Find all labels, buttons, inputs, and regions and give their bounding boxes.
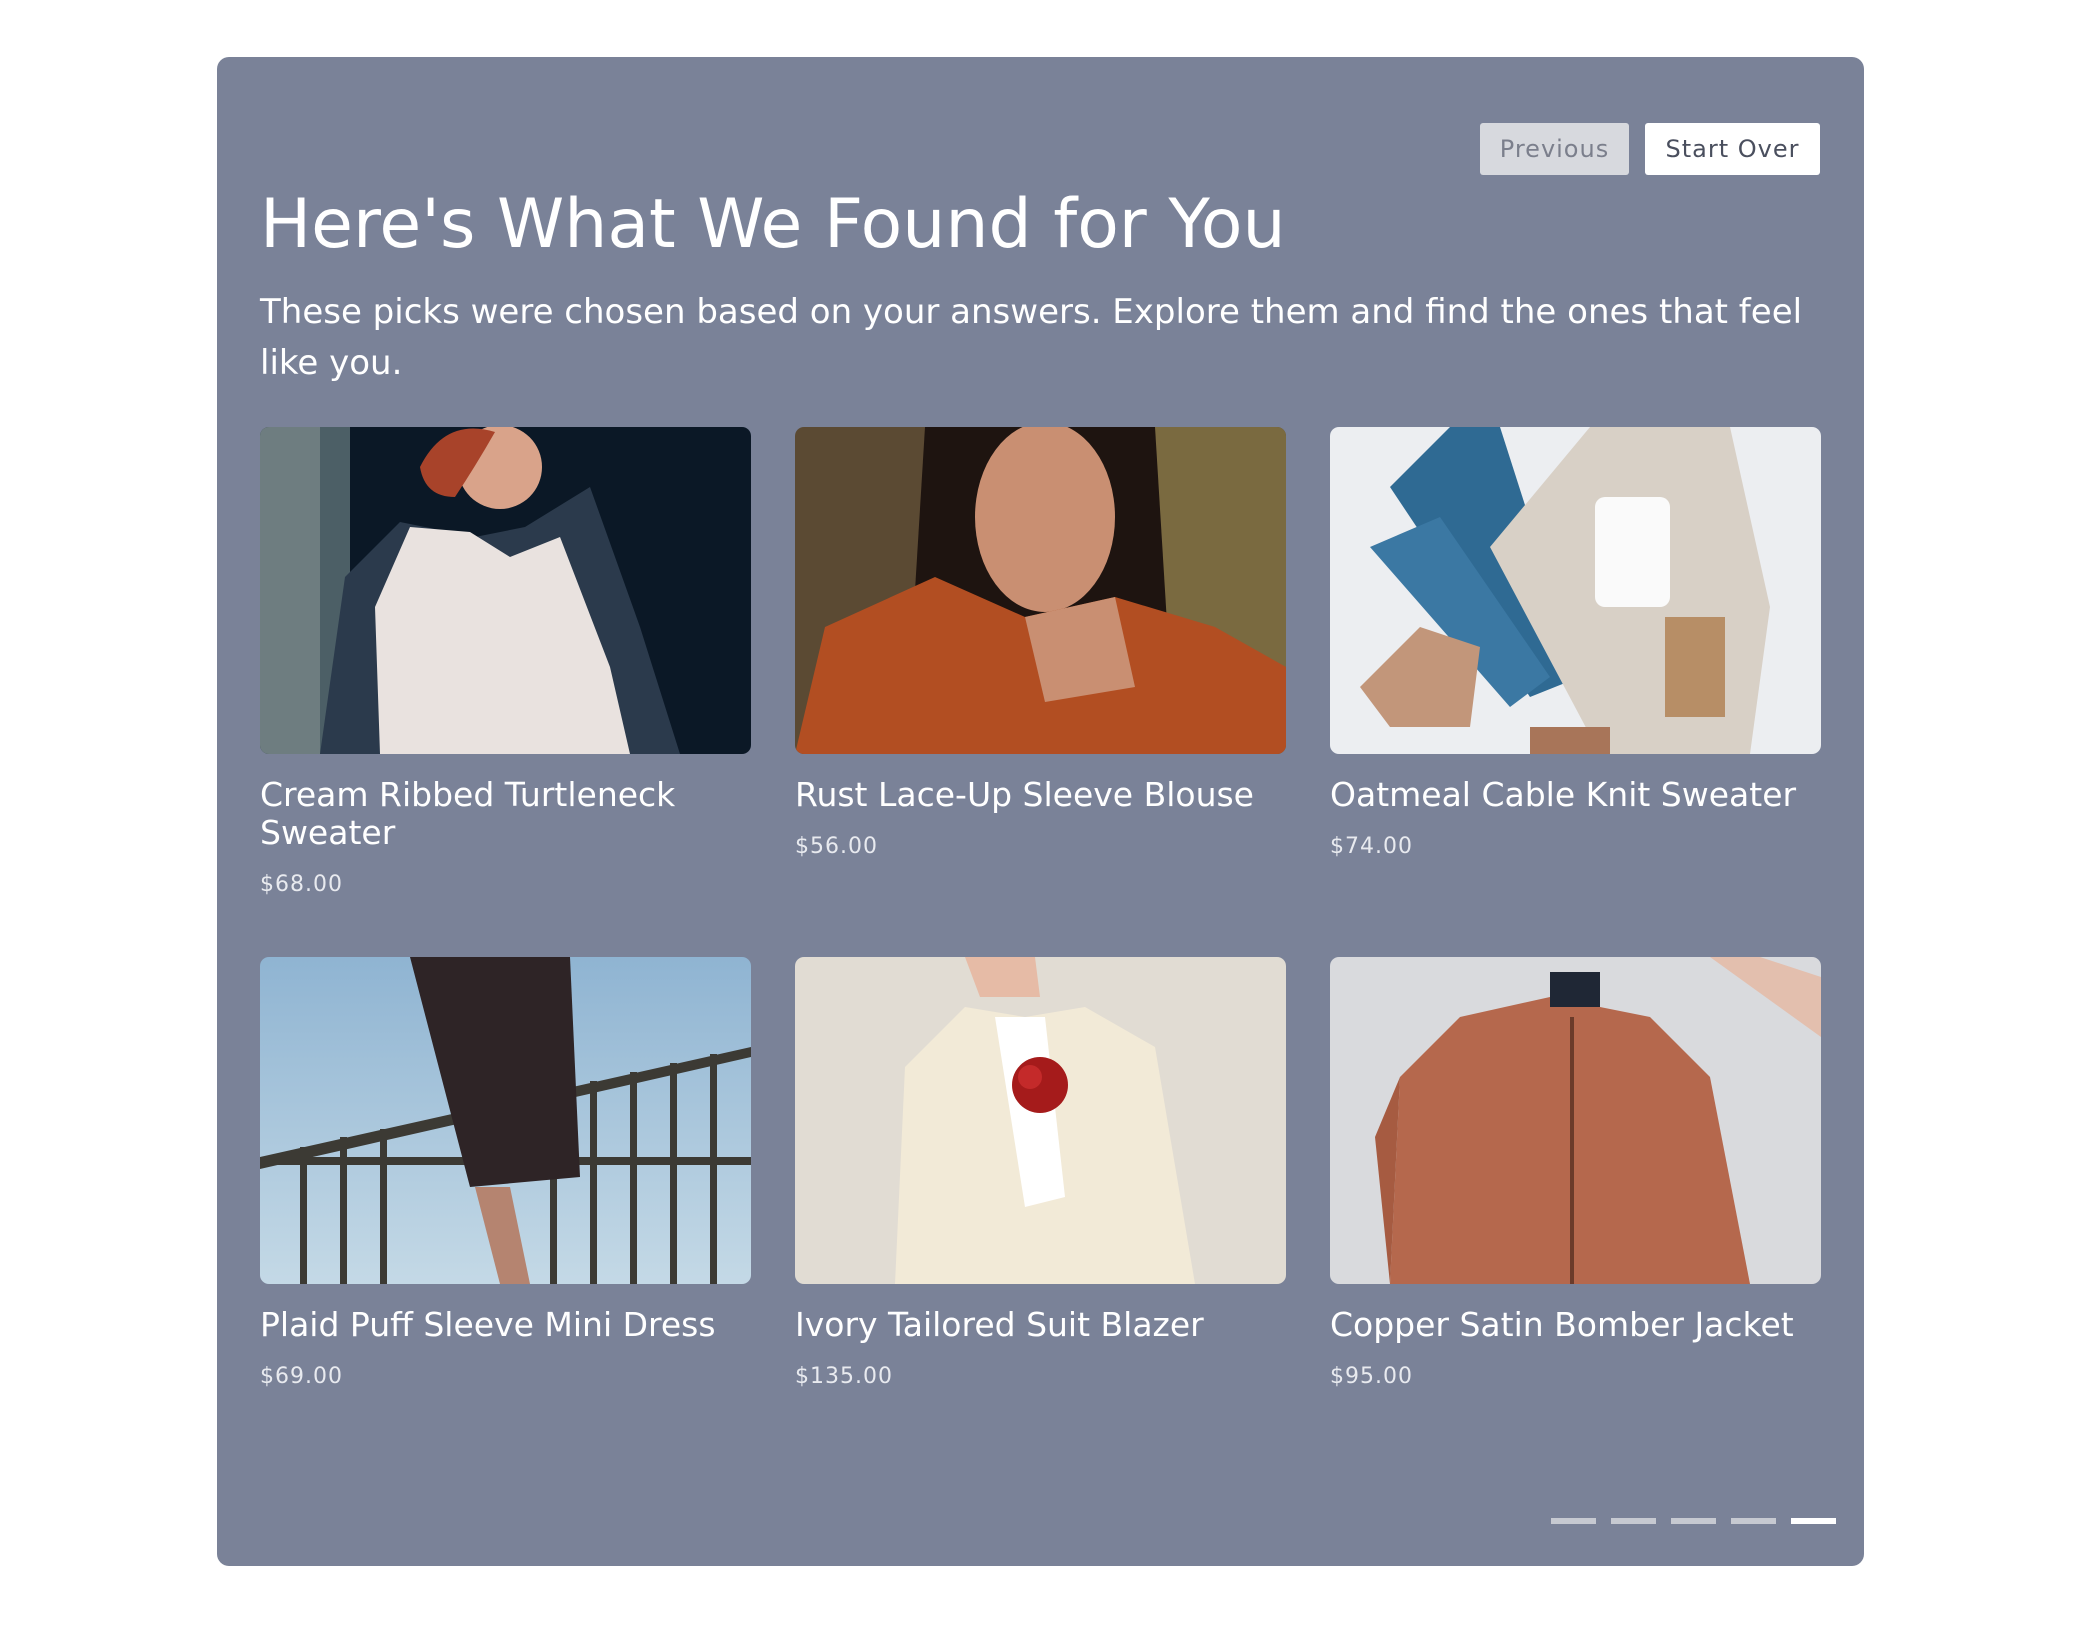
product-price: $69.00 [260, 1364, 343, 1389]
page-subtitle: These picks were chosen based on your an… [260, 292, 1803, 383]
product-name: Cream Ribbed Turtleneck Sweater [260, 775, 676, 852]
pagination-dot[interactable] [1611, 1518, 1656, 1524]
start-over-button[interactable]: Start Over [1645, 123, 1820, 175]
page-title: Here's What We Found for You [260, 185, 1286, 264]
product-price: $135.00 [795, 1364, 893, 1389]
product-card[interactable]: Cream Ribbed Turtleneck Sweater $68.00 [260, 427, 751, 957]
product-name: Ivory Tailored Suit Blazer [795, 1305, 1204, 1344]
product-price: $68.00 [260, 872, 343, 897]
product-card[interactable]: Rust Lace-Up Sleeve Blouse $56.00 [795, 427, 1286, 957]
product-image[interactable] [795, 957, 1286, 1284]
product-name: Copper Satin Bomber Jacket [1330, 1305, 1794, 1344]
product-grid: Cream Ribbed Turtleneck Sweater $68.00 R… [260, 427, 1821, 1487]
product-card[interactable]: Plaid Puff Sleeve Mini Dress $69.00 [260, 957, 751, 1487]
pagination-dots [1551, 1518, 1836, 1524]
product-card[interactable]: Ivory Tailored Suit Blazer $135.00 [795, 957, 1286, 1487]
pagination-dot[interactable] [1731, 1518, 1776, 1524]
pagination-dot[interactable] [1551, 1518, 1596, 1524]
product-price: $74.00 [1330, 834, 1413, 859]
product-name: Oatmeal Cable Knit Sweater [1330, 775, 1797, 814]
product-price: $95.00 [1330, 1364, 1413, 1389]
product-image[interactable] [260, 427, 751, 754]
product-card[interactable]: Oatmeal Cable Knit Sweater $74.00 [1330, 427, 1821, 957]
previous-button[interactable]: Previous [1480, 123, 1629, 175]
product-name: Plaid Puff Sleeve Mini Dress [260, 1305, 716, 1344]
navigation-buttons: Previous Start Over [1480, 123, 1820, 175]
product-card[interactable]: Copper Satin Bomber Jacket $95.00 [1330, 957, 1821, 1487]
product-image[interactable] [1330, 427, 1821, 754]
product-image[interactable] [1330, 957, 1821, 1284]
product-image[interactable] [795, 427, 1286, 754]
product-price: $56.00 [795, 834, 878, 859]
product-name: Rust Lace-Up Sleeve Blouse [795, 775, 1254, 814]
results-panel: Previous Start Over Here's What We Found… [217, 57, 1864, 1566]
pagination-dot-active[interactable] [1791, 1518, 1836, 1524]
pagination-dot[interactable] [1671, 1518, 1716, 1524]
product-image[interactable] [260, 957, 751, 1284]
